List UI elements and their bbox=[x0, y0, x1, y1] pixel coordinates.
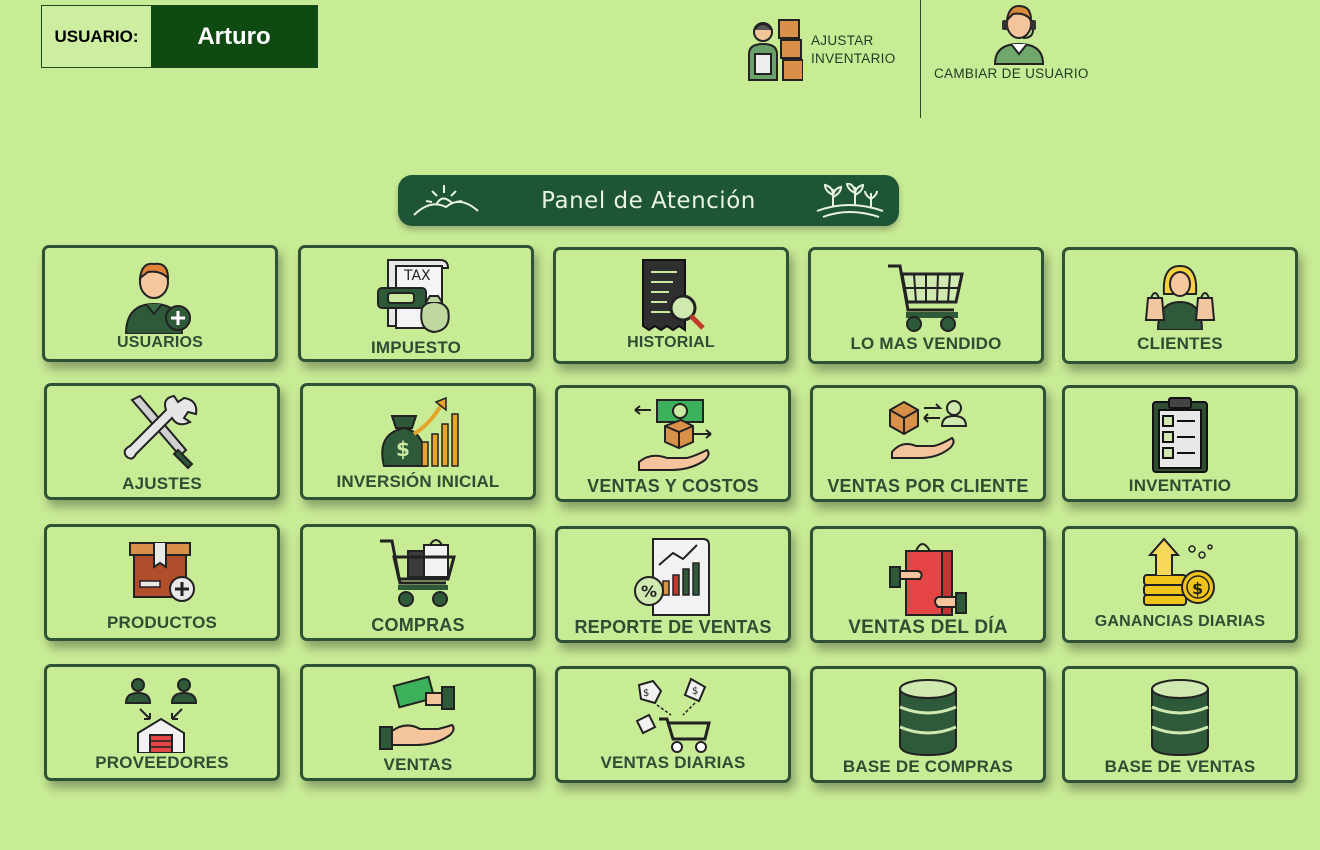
tile-label: VENTAS DEL DÍA bbox=[848, 617, 1008, 638]
tile-ventas-por-cliente[interactable]: VENTAS POR CLIENTE bbox=[810, 385, 1046, 502]
adjust-label-line2: INVENTARIO bbox=[811, 51, 896, 66]
tile-label: PRODUCTOS bbox=[106, 613, 218, 632]
tile-label: REPORTE DE VENTAS bbox=[574, 617, 772, 637]
panel-header: Panel de Atención bbox=[398, 175, 899, 226]
svg-text:%: % bbox=[641, 582, 657, 601]
tile-label: VENTAS bbox=[383, 755, 453, 774]
tools-icon bbox=[123, 394, 198, 470]
suppliers-warehouse-icon bbox=[124, 678, 198, 753]
svg-text:$: $ bbox=[692, 686, 698, 697]
tile-label: CLIENTES bbox=[1137, 334, 1223, 353]
tile-base-de-compras[interactable]: BASE DE COMPRAS bbox=[810, 666, 1046, 783]
user-label: USUARIO: bbox=[42, 6, 151, 67]
tile-ventas-del-dia[interactable]: VENTAS DEL DÍA bbox=[810, 526, 1046, 643]
product-box-add-icon bbox=[129, 542, 195, 602]
tile-label: VENTAS DIARIAS bbox=[600, 753, 746, 772]
tile-label: HISTORIAL bbox=[627, 334, 715, 351]
tile-ventas-diarias[interactable]: $ $ VENTAS DIARIAS bbox=[555, 666, 791, 783]
tile-reporte-de-ventas[interactable]: % REPORTE DE VENTAS bbox=[555, 526, 791, 643]
tile-usuarios[interactable]: USUARIOS bbox=[42, 245, 278, 362]
tile-label: INVERSIÓN INICIAL bbox=[336, 472, 500, 491]
tile-compras[interactable]: COMPRAS bbox=[300, 524, 536, 641]
sales-costs-icon bbox=[634, 399, 712, 471]
user-add-icon bbox=[124, 262, 191, 334]
adjust-inventory-button[interactable]: AJUSTAR INVENTARIO bbox=[745, 18, 896, 82]
tile-label: BASE DE COMPRAS bbox=[842, 757, 1014, 776]
tile-ganancias-diarias[interactable]: $ GANANCIAS DIARIAS bbox=[1062, 526, 1298, 643]
panel-title: Panel de Atención bbox=[541, 187, 756, 214]
sales-report-icon: % bbox=[634, 538, 710, 616]
user-box: USUARIO: Arturo bbox=[41, 5, 318, 68]
tile-proveedores[interactable]: PROVEEDORES bbox=[44, 664, 280, 781]
tile-historial[interactable]: HISTORIAL bbox=[553, 247, 789, 364]
shopping-cart-icon bbox=[888, 264, 964, 332]
cart-bags-icon bbox=[380, 539, 456, 607]
tile-label: IMPUESTO bbox=[370, 338, 462, 357]
tile-label: LO MAS VENDIDO bbox=[850, 334, 1002, 353]
tile-lo-mas-vendido[interactable]: LO MAS VENDIDO bbox=[808, 247, 1044, 364]
plants-icon bbox=[816, 183, 884, 218]
tile-ventas-y-costos[interactable]: VENTAS Y COSTOS bbox=[555, 385, 791, 502]
divider bbox=[920, 0, 921, 118]
database-icon bbox=[899, 679, 957, 757]
handshake-money-icon bbox=[379, 675, 455, 750]
tile-label: INVENTATIO bbox=[1128, 476, 1232, 495]
user-name: Arturo bbox=[151, 6, 317, 67]
tile-label: AJUSTES bbox=[122, 474, 202, 493]
sun-mountain-icon bbox=[413, 185, 479, 216]
adjust-label-line1: AJUSTAR bbox=[811, 33, 874, 48]
tile-ventas[interactable]: VENTAS bbox=[300, 664, 536, 781]
tile-label: COMPRAS bbox=[371, 615, 465, 635]
svg-text:$: $ bbox=[643, 688, 649, 699]
tile-label: PROVEEDORES bbox=[95, 753, 229, 772]
daily-sales-cart-icon: $ $ bbox=[635, 677, 711, 753]
tax-icon: TAX bbox=[377, 259, 450, 334]
customer-delivery-icon bbox=[889, 400, 968, 459]
change-user-button[interactable]: CAMBIAR DE USUARIO bbox=[934, 2, 1109, 84]
support-agent-icon bbox=[993, 4, 1045, 65]
tile-clientes[interactable]: CLIENTES bbox=[1062, 247, 1298, 364]
svg-text:TAX: TAX bbox=[403, 268, 431, 284]
tile-inventatio[interactable]: INVENTATIO bbox=[1062, 385, 1298, 502]
shopper-icon bbox=[1144, 264, 1216, 330]
svg-text:$: $ bbox=[1192, 579, 1203, 598]
tile-label: BASE DE VENTAS bbox=[1104, 757, 1256, 776]
history-document-icon bbox=[642, 259, 705, 332]
inventory-worker-icon bbox=[748, 19, 803, 81]
tile-impuesto[interactable]: TAX IMPUESTO bbox=[298, 245, 534, 362]
database-icon bbox=[1151, 679, 1209, 757]
shopping-bag-hands-icon bbox=[889, 543, 967, 616]
coins-growth-icon: $ bbox=[1143, 537, 1215, 606]
clipboard-checklist-icon bbox=[1152, 397, 1208, 473]
tile-label: GANANCIAS DIARIAS bbox=[1094, 613, 1266, 630]
tile-label: USUARIOS bbox=[116, 334, 204, 351]
tile-label: VENTAS Y COSTOS bbox=[587, 476, 759, 496]
tile-base-de-ventas[interactable]: BASE DE VENTAS bbox=[1062, 666, 1298, 783]
change-user-label: CAMBIAR DE USUARIO bbox=[934, 66, 1089, 81]
tile-inversion-inicial[interactable]: $ INVERSIÓN INICIAL bbox=[300, 383, 536, 500]
svg-text:$: $ bbox=[396, 437, 410, 461]
tile-label: VENTAS POR CLIENTE bbox=[827, 476, 1029, 496]
tile-ajustes[interactable]: AJUSTES bbox=[44, 383, 280, 500]
money-bag-growth-icon: $ bbox=[381, 396, 459, 467]
tile-productos[interactable]: PRODUCTOS bbox=[44, 524, 280, 641]
